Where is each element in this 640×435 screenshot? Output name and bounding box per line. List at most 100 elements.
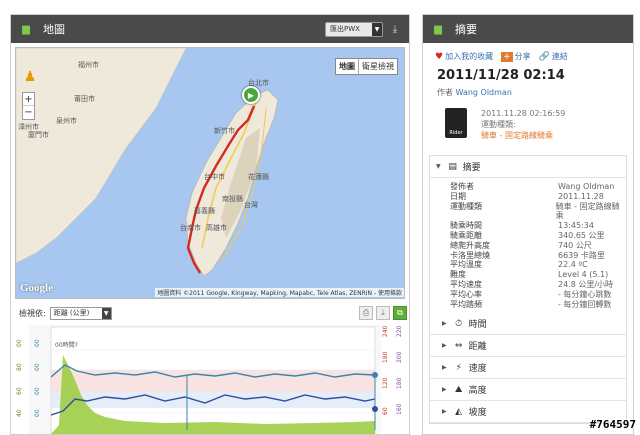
zoom-in-button[interactable]: + <box>23 93 34 106</box>
document-icon: ▤ <box>448 161 457 172</box>
stat-value: Level 4 (5.1) <box>558 270 609 280</box>
activity-chart[interactable]: 00 80 60 40 00 00 00 00 240 180 120 60 2… <box>15 325 407 434</box>
map-label: 花蓮縣 <box>248 173 269 181</box>
chart-right-axis-label: 120 <box>382 377 389 389</box>
link-label: 連結 <box>551 52 568 61</box>
device-label: Rider <box>449 130 463 136</box>
speed-icon: ⚡ <box>455 362 462 373</box>
author-link[interactable]: Wang Oldman <box>456 88 512 97</box>
link-action[interactable]: 🔗 連結 <box>539 51 568 62</box>
stat-value: 22.4 ºC <box>558 260 588 270</box>
x-axis-select[interactable]: 距離 (公里) ▼ <box>49 306 112 320</box>
stat-value: 6639 卡路里 <box>558 250 605 260</box>
chevron-down-icon: ▼ <box>101 307 111 319</box>
export-format-select[interactable]: 匯出PWX ▼ <box>325 21 383 37</box>
print-icon[interactable]: ⎙ <box>359 306 373 320</box>
chart-settings-icon[interactable]: ⧉ <box>393 306 407 320</box>
elevation-icon: ⛰ <box>454 384 463 395</box>
clock-icon: ⏱ <box>455 318 463 329</box>
download-icon[interactable]: ⤓ <box>389 22 401 36</box>
section-label: 坡度 <box>468 408 487 419</box>
section-header-elevation[interactable]: ▶ ⛰ 高度 <box>430 379 626 402</box>
upload-time: 2011.11.28 02:16:59 <box>481 109 566 118</box>
stat-key: 平均心率 <box>450 289 482 299</box>
map-icon: ▆ <box>22 23 30 35</box>
google-logo: Google <box>20 282 53 294</box>
section-header-speed[interactable]: ▶ ⚡ 速度 <box>430 357 626 380</box>
chart-left-axis-label: 40 <box>16 409 23 417</box>
stat-value: 340.65 公里 <box>558 230 605 240</box>
map-label: 台中市 <box>204 173 225 181</box>
favorite-action[interactable]: ♥ 加入我的收藏 <box>435 51 493 62</box>
summary-panel-title: 摘要 <box>455 23 477 36</box>
stat-row: 運動種類 騎車 - 固定路線騎乘 <box>450 202 626 222</box>
summary-panel-header: ▆ 摘要 <box>423 15 633 43</box>
route-map[interactable]: 台北市 新竹市 台中市 花蓮縣 南投縣 台灣 嘉義縣 台南市 高雄市 福州市 莆… <box>15 47 405 299</box>
map-panel-header: ▆ 地圖 匯出PWX ▼ ⤓ <box>11 15 409 43</box>
chart-toolbar: 檢視依: 距離 (公里) ▼ ⎙ ⤓ ⧉ <box>15 305 407 321</box>
map-label: 南投縣 <box>222 195 243 203</box>
triangle-right-icon: ▶ <box>442 342 447 350</box>
zoom-out-button[interactable]: − <box>23 106 34 119</box>
stat-key: 騎乘時間 <box>450 221 482 231</box>
grade-icon: ◭ <box>455 406 463 417</box>
stat-row: 平均溫度 22.4 ºC <box>450 260 626 270</box>
chart-left-axis-label: 00 <box>34 339 41 347</box>
stat-key: 卡洛里總燒 <box>450 250 490 260</box>
device-icon: Rider <box>445 108 467 138</box>
distance-icon: ⇔ <box>454 340 463 351</box>
map-type-control: 地圖 衛星檢視 <box>335 58 398 75</box>
map-panel: ▆ 地圖 匯出PWX ▼ ⤓ 台北市 新竹市 台中市 花蓮縣 南投縣 台灣 嘉義… <box>10 14 410 435</box>
chart-canvas: 00 80 60 40 00 00 00 00 240 180 120 60 2… <box>15 325 407 434</box>
map-type-map-button[interactable]: 地圖 <box>336 59 359 74</box>
stat-row: 騎乘時間 13:45:34 <box>450 221 626 231</box>
map-label: 福州市 <box>78 61 99 69</box>
chart-right-axis-label: 60 <box>382 407 389 415</box>
triangle-down-icon: ▼ <box>436 163 441 170</box>
triangle-right-icon: ▶ <box>442 386 447 394</box>
share-label: 分享 <box>514 52 531 61</box>
map-panel-title: 地圖 <box>43 23 65 36</box>
stat-value: - 每分鐘心跳數 <box>558 289 612 299</box>
section-header-clock[interactable]: ▶ ⏱ 時間 <box>430 313 626 336</box>
stat-key: 難度 <box>450 270 466 280</box>
stat-row: 平均踏頻 - 每分鐘回轉數 <box>450 300 626 310</box>
section-header-distance[interactable]: ▶ ⇔ 距離 <box>430 335 626 358</box>
export-format-value: 匯出PWX <box>330 25 360 33</box>
map-label: 台南市 <box>180 224 201 232</box>
map-label: 新竹市 <box>214 127 235 135</box>
section-label: 時間 <box>468 320 487 331</box>
triangle-right-icon: ▶ <box>442 364 447 372</box>
stat-key: 總爬升高度 <box>450 240 490 250</box>
stat-value: 騎車 - 固定路線騎乘 <box>555 201 620 221</box>
stat-value: 740 公尺 <box>558 240 592 250</box>
watermark: #764597 <box>589 418 636 431</box>
download-icon[interactable]: ⤓ <box>376 306 390 320</box>
chart-right-axis-label: 180 <box>382 351 389 363</box>
stat-value: - 每分鐘回轉數 <box>558 299 612 309</box>
view-by-label: 檢視依: <box>19 308 46 318</box>
stat-row: 難度 Level 4 (5.1) <box>450 270 626 280</box>
stat-row: 平均速度 24.8 公里/小時 <box>450 280 626 290</box>
stat-key: 平均速度 <box>450 279 482 289</box>
stat-value: Wang Oldman <box>558 182 615 191</box>
chart-left-axis-label: 80 <box>16 363 23 371</box>
chart-left-axis-label: 00 <box>34 409 41 417</box>
x-axis-value: 距離 (公里) <box>53 309 90 317</box>
map-type-satellite-button[interactable]: 衛星檢視 <box>359 59 397 74</box>
device-row: Rider 2011.11.28 02:16:59 運動種類: 騎車 - 固定路… <box>423 98 633 141</box>
summary-panel: ▆ 摘要 ♥ 加入我的收藏 + 分享 🔗 連結 2011/11/28 02:14… <box>422 14 634 435</box>
share-action[interactable]: + 分享 <box>501 51 531 62</box>
author-line: 作者 Wang Oldman <box>423 83 633 98</box>
chart-right-axis-label: 200 <box>396 351 403 363</box>
sport-type-link[interactable]: 騎車 - 固定路線騎乘 <box>481 130 565 141</box>
stat-row: 騎乘距離 340.65 公里 <box>450 231 626 241</box>
start-marker-icon[interactable]: ▶ <box>242 86 260 104</box>
author-prefix: 作者 <box>437 88 453 97</box>
action-bar: ♥ 加入我的收藏 + 分享 🔗 連結 <box>423 43 633 62</box>
map-label: 泉州市 <box>56 117 77 125</box>
street-view-pegman-icon[interactable]: ♟ <box>22 66 38 88</box>
stat-value: 13:45:34 <box>558 221 594 231</box>
summary-section-header[interactable]: ▼ ▤ 摘要 <box>430 156 626 178</box>
stat-row: 發佈者 Wang Oldman <box>450 182 626 192</box>
